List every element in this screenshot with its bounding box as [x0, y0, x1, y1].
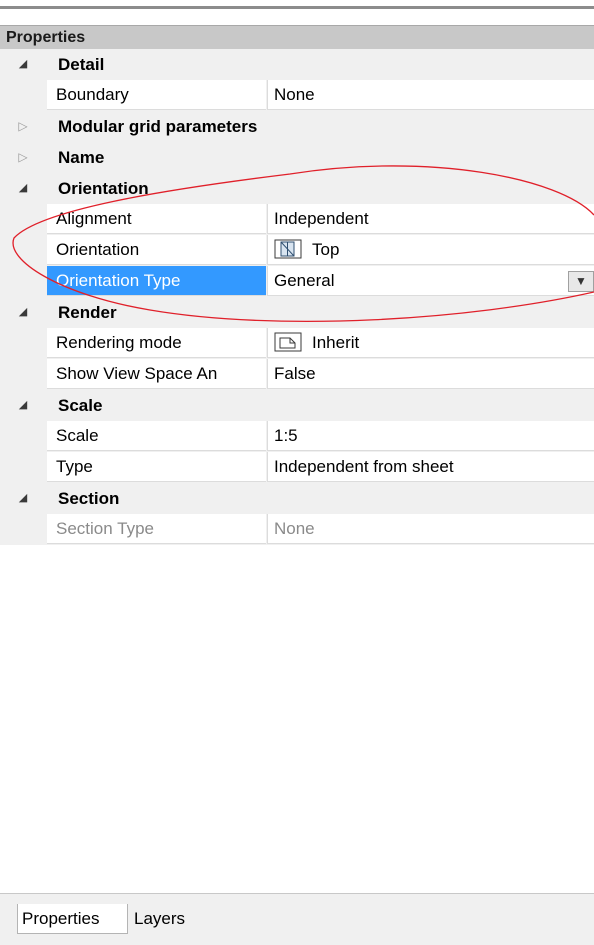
property-name-selected[interactable]: Orientation Type	[47, 266, 266, 296]
property-name[interactable]: Rendering mode	[47, 328, 266, 358]
property-value[interactable]: 1:5	[267, 421, 594, 451]
category-label: Detail	[58, 55, 105, 74]
category-modular-grid[interactable]: ▷ Modular grid parameters	[0, 111, 594, 142]
dropdown-chevron-icon[interactable]: ▼	[568, 271, 594, 292]
category-label: Name	[58, 148, 105, 167]
window-top-border	[0, 0, 594, 9]
property-value[interactable]: Inherit	[267, 328, 594, 358]
property-value[interactable]: Independent	[267, 204, 594, 234]
property-row-orientation-type[interactable]: Orientation Type General ▼	[0, 266, 594, 297]
expanded-arrow-icon[interactable]: ◢	[0, 297, 46, 328]
category-label: Modular grid parameters	[58, 117, 258, 136]
property-value[interactable]: False	[267, 359, 594, 389]
collapsed-arrow-icon[interactable]: ▷	[0, 142, 46, 173]
property-value[interactable]: Top	[267, 235, 594, 265]
property-name[interactable]: Alignment	[47, 204, 266, 234]
property-name[interactable]: Show View Space An	[47, 359, 266, 389]
property-row-scale-type[interactable]: Type Independent from sheet	[0, 452, 594, 483]
category-section[interactable]: ◢ Section	[0, 483, 594, 514]
property-row-scale[interactable]: Scale 1:5	[0, 421, 594, 452]
category-label: Render	[58, 303, 117, 322]
property-value: None	[267, 514, 594, 544]
view-cube-icon	[274, 239, 302, 259]
expanded-arrow-icon[interactable]: ◢	[0, 390, 46, 421]
property-name[interactable]: Scale	[47, 421, 266, 451]
collapsed-arrow-icon[interactable]: ▷	[0, 111, 46, 142]
expanded-arrow-icon[interactable]: ◢	[0, 483, 46, 514]
tab-layers[interactable]: Layers	[130, 904, 189, 934]
property-row-rendering-mode[interactable]: Rendering mode Inherit	[0, 328, 594, 359]
property-value[interactable]: Independent from sheet	[267, 452, 594, 482]
property-row-boundary[interactable]: Boundary None	[0, 80, 594, 111]
bottom-tab-bar: Properties Layers	[0, 893, 594, 945]
category-name[interactable]: ▷ Name	[0, 142, 594, 173]
category-detail[interactable]: ◢ Detail	[0, 49, 594, 80]
tab-properties[interactable]: Properties	[17, 904, 128, 934]
category-label: Section	[58, 489, 120, 508]
property-name[interactable]: Boundary	[47, 80, 266, 110]
property-name[interactable]: Orientation	[47, 235, 266, 265]
category-label: Scale	[58, 396, 103, 415]
property-value[interactable]: General ▼	[267, 266, 594, 296]
expanded-arrow-icon[interactable]: ◢	[0, 173, 46, 204]
property-name[interactable]: Type	[47, 452, 266, 482]
property-value-text: Inherit	[312, 333, 360, 352]
property-value[interactable]: None	[267, 80, 594, 110]
category-label: Orientation	[58, 179, 149, 198]
panel-title: Properties	[0, 25, 594, 49]
property-name: Section Type	[47, 514, 266, 544]
category-render[interactable]: ◢ Render	[0, 297, 594, 328]
property-row-orientation[interactable]: Orientation Top	[0, 235, 594, 266]
property-value-text: Top	[312, 240, 340, 259]
category-scale[interactable]: ◢ Scale	[0, 390, 594, 421]
property-value-text: General	[274, 271, 335, 290]
expanded-arrow-icon[interactable]: ◢	[0, 49, 46, 80]
property-row-alignment[interactable]: Alignment Independent	[0, 204, 594, 235]
render-page-icon	[274, 332, 302, 352]
category-orientation[interactable]: ◢ Orientation	[0, 173, 594, 204]
property-grid: ◢ Detail Boundary None ▷ Modular grid pa…	[0, 49, 594, 545]
property-row-show-view-space[interactable]: Show View Space An False	[0, 359, 594, 390]
property-row-section-type: Section Type None	[0, 514, 594, 545]
